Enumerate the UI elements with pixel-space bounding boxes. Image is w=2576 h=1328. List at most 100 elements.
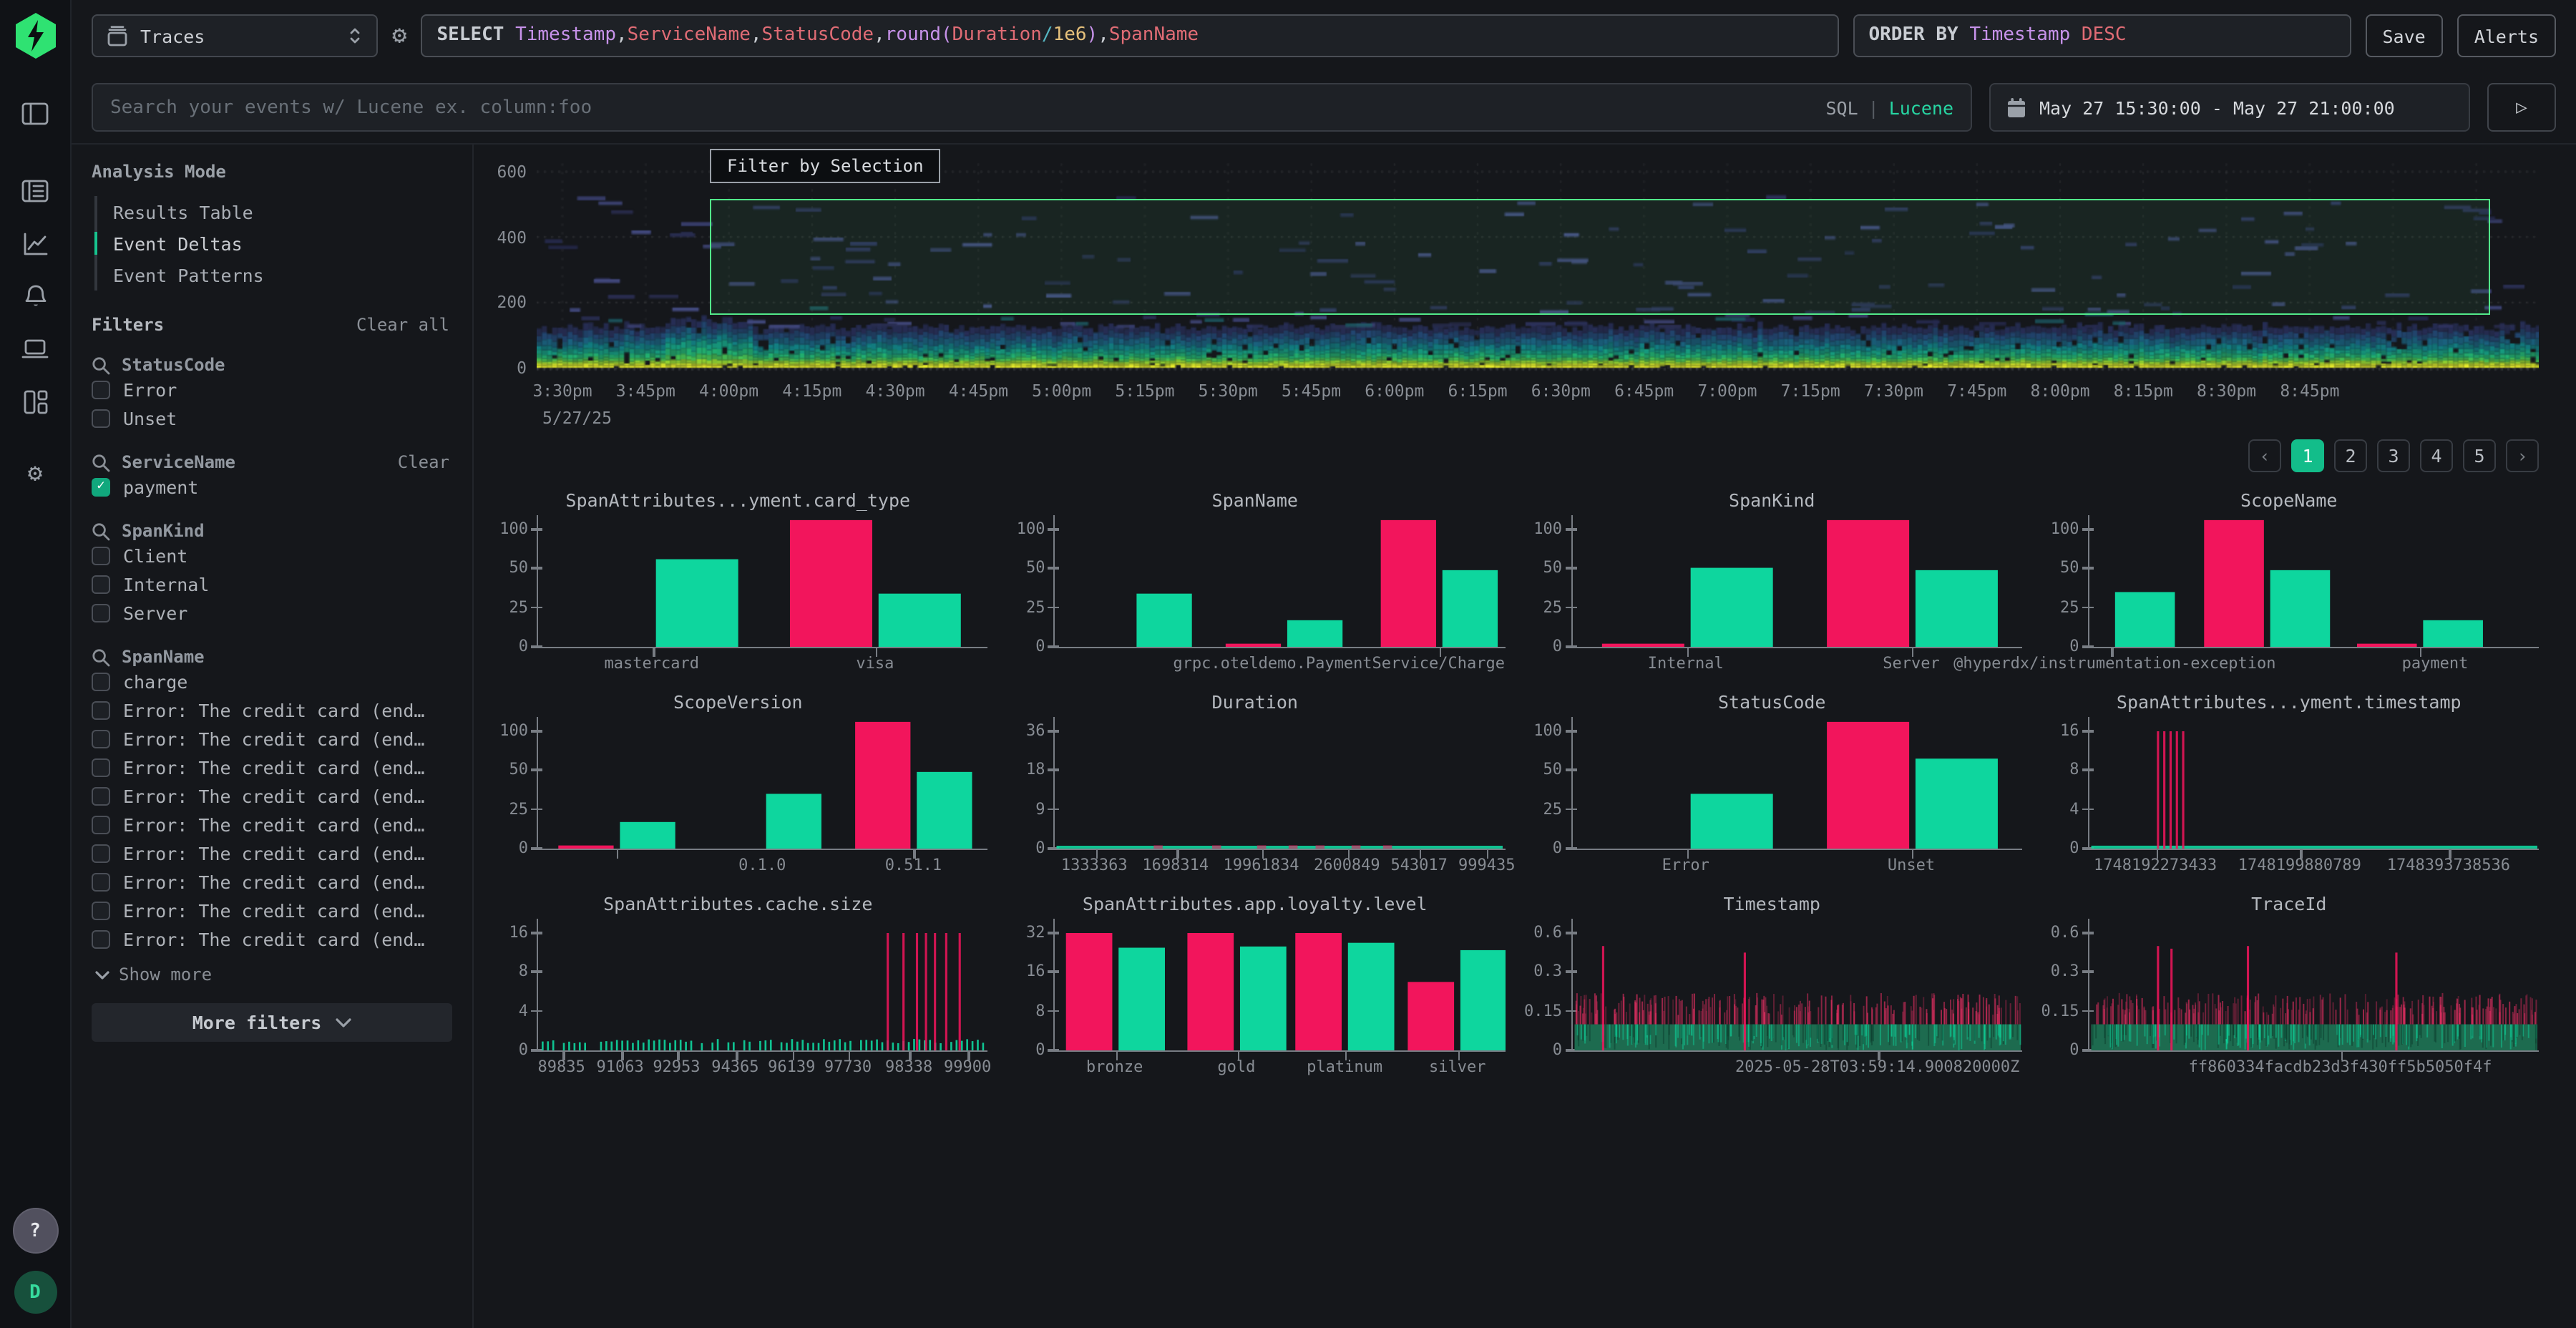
show-more-link[interactable]: Show more	[94, 965, 452, 985]
alerts-button[interactable]: Alerts	[2457, 14, 2556, 57]
language-sql-option[interactable]: SQL	[1825, 97, 1858, 118]
source-settings-gear-icon[interactable]: ⚙	[392, 24, 407, 48]
checkbox[interactable]	[92, 758, 110, 776]
heatmap-selection[interactable]	[710, 199, 2489, 315]
select-clause-input[interactable]: SELECT Timestamp,ServiceName,StatusCode,…	[421, 14, 1839, 57]
mini-chart-5[interactable]: ScopeVersion025501000.1.00.51.1	[488, 691, 988, 877]
checkbox[interactable]	[92, 409, 110, 427]
mini-chart-9[interactable]: SpanAttributes.cache.size048168983591063…	[488, 893, 988, 1079]
mini-chart-6[interactable]: Duration09183613333631698314199618342600…	[1005, 691, 1506, 877]
mini-chart-7[interactable]: StatusCode02550100ErrorUnset	[1522, 691, 2022, 877]
checkbox[interactable]	[92, 672, 110, 690]
filter-option[interactable]: ✓payment	[92, 472, 458, 501]
mini-chart-4[interactable]: ScopeName02550100@hyperdx/instrumentatio…	[2039, 489, 2540, 675]
mini-chart-3[interactable]: SpanKind02550100InternalServer	[1522, 489, 2022, 675]
filter-option[interactable]: Server	[92, 598, 458, 627]
analysis-mode-item-results-table[interactable]: Results Table	[97, 196, 472, 228]
search-results-icon[interactable]	[16, 172, 54, 209]
heatmap-x-tick: 5:15pm	[1115, 381, 1174, 401]
date-range-picker[interactable]: May 27 15:30:00 - May 27 21:00:00	[1989, 83, 2470, 132]
checkbox[interactable]	[92, 929, 110, 948]
filter-option-label: Client	[123, 545, 187, 566]
filter-option[interactable]: Error: The credit card (end…	[92, 695, 458, 724]
mini-chart-11[interactable]: Timestamp00.150.30.62025-05-28T03:59:14.…	[1522, 893, 2022, 1079]
checkbox[interactable]	[92, 901, 110, 919]
filter-option[interactable]: Error: The credit card (end…	[92, 753, 458, 781]
filter-group-name[interactable]: ServiceName	[122, 452, 235, 472]
page-prev-button[interactable]: ‹	[2248, 439, 2281, 472]
filter-group-name[interactable]: SpanKind	[122, 521, 205, 541]
filter-by-selection-tooltip[interactable]: Filter by Selection	[710, 149, 941, 183]
mini-chart-8[interactable]: SpanAttributes...yment.timestamp04816174…	[2039, 691, 2540, 877]
sql-token: /	[1042, 24, 1053, 46]
sql-token: ServiceName	[628, 24, 751, 46]
clear-all-link[interactable]: Clear all	[356, 315, 449, 335]
chart-explorer-icon[interactable]	[16, 225, 54, 262]
filter-option[interactable]: Error: The credit card (end…	[92, 839, 458, 867]
app-logo-icon[interactable]	[12, 11, 58, 60]
mini-chart-12[interactable]: TraceId00.150.30.6ff860334facdb23d3f430f…	[2039, 893, 2540, 1079]
filter-option[interactable]: charge	[92, 667, 458, 695]
sql-token: 1e6	[1053, 24, 1087, 46]
page-button-3[interactable]: 3	[2377, 439, 2410, 472]
checkbox[interactable]	[92, 700, 110, 719]
checkbox[interactable]	[92, 575, 110, 593]
filter-option[interactable]: Error: The credit card (end…	[92, 924, 458, 953]
filter-group-servicename: ServiceName Clear✓payment	[92, 452, 458, 501]
checkbox[interactable]: ✓	[92, 477, 110, 496]
filter-option[interactable]: Unset	[92, 404, 458, 432]
checkbox[interactable]	[92, 844, 110, 862]
mini-chart-10[interactable]: SpanAttributes.app.loyalty.level081632br…	[1005, 893, 1506, 1079]
events-heatmap[interactable]: Filter by Selection	[537, 159, 2539, 376]
mini-chart-2[interactable]: SpanName02550100grpc.oteldemo.PaymentSer…	[1005, 489, 1506, 675]
source-select[interactable]: Traces	[92, 14, 378, 57]
mini-chart-y-axis: 02550100	[2039, 515, 2088, 647]
search-input[interactable]: Search your events w/ Lucene ex. column:…	[92, 83, 1972, 132]
analysis-mode-item-event-deltas[interactable]: Event Deltas	[97, 228, 472, 259]
checkbox[interactable]	[92, 872, 110, 891]
filter-option[interactable]: Internal	[92, 570, 458, 598]
settings-gear-icon[interactable]: ⚙	[16, 455, 54, 492]
filter-group-clear-link[interactable]: Clear	[398, 452, 449, 472]
filter-group-name[interactable]: SpanName	[122, 647, 205, 667]
mini-chart-1[interactable]: SpanAttributes...yment.card_type02550100…	[488, 489, 988, 675]
filter-option-label: Error: The credit card (end…	[123, 785, 424, 806]
panel-toggle-icon[interactable]	[16, 94, 54, 132]
filter-option[interactable]: Client	[92, 541, 458, 570]
heatmap-x-tick: 7:15pm	[1781, 381, 1840, 401]
checkbox[interactable]	[92, 380, 110, 399]
filter-option[interactable]: Error: The credit card (end…	[92, 896, 458, 924]
save-button[interactable]: Save	[2365, 14, 2442, 57]
alerts-bell-icon[interactable]	[16, 278, 54, 315]
run-query-button[interactable]: ▷	[2487, 83, 2556, 132]
page-next-button[interactable]: ›	[2506, 439, 2539, 472]
filter-option[interactable]: Error: The credit card (end…	[92, 781, 458, 810]
filter-group-name[interactable]: StatusCode	[122, 355, 225, 375]
help-button[interactable]: ?	[12, 1208, 58, 1254]
filter-option[interactable]: Error: The credit card (end…	[92, 724, 458, 753]
checkbox[interactable]	[92, 546, 110, 565]
filter-option-label: Error: The credit card (end…	[123, 928, 424, 949]
analysis-mode-item-event-patterns[interactable]: Event Patterns	[97, 259, 472, 290]
checkbox[interactable]	[92, 815, 110, 834]
checkbox[interactable]	[92, 786, 110, 805]
more-filters-button[interactable]: More filters	[92, 1003, 452, 1042]
page-button-5[interactable]: 5	[2463, 439, 2496, 472]
checkbox[interactable]	[92, 603, 110, 622]
dashboards-icon[interactable]	[16, 384, 54, 421]
search-icon	[92, 648, 110, 666]
heatmap-x-tick: 8:15pm	[2114, 381, 2173, 401]
filter-option[interactable]: Error: The credit card (end…	[92, 867, 458, 896]
user-avatar[interactable]: D	[14, 1271, 57, 1314]
page-button-2[interactable]: 2	[2334, 439, 2367, 472]
page-button-1[interactable]: 1	[2291, 439, 2324, 472]
filter-option[interactable]: Error: The credit card (end…	[92, 810, 458, 839]
header: Traces ⚙ SELECT Timestamp,ServiceName,St…	[72, 0, 2576, 145]
language-lucene-option[interactable]: Lucene	[1889, 97, 1953, 118]
sessions-laptop-icon[interactable]	[16, 331, 54, 368]
filter-option[interactable]: Error	[92, 375, 458, 404]
order-by-input[interactable]: ORDER BY Timestamp DESC	[1853, 14, 2351, 57]
page-button-4[interactable]: 4	[2420, 439, 2453, 472]
heatmap-y-axis: 6004002000	[488, 159, 537, 376]
checkbox[interactable]	[92, 729, 110, 748]
